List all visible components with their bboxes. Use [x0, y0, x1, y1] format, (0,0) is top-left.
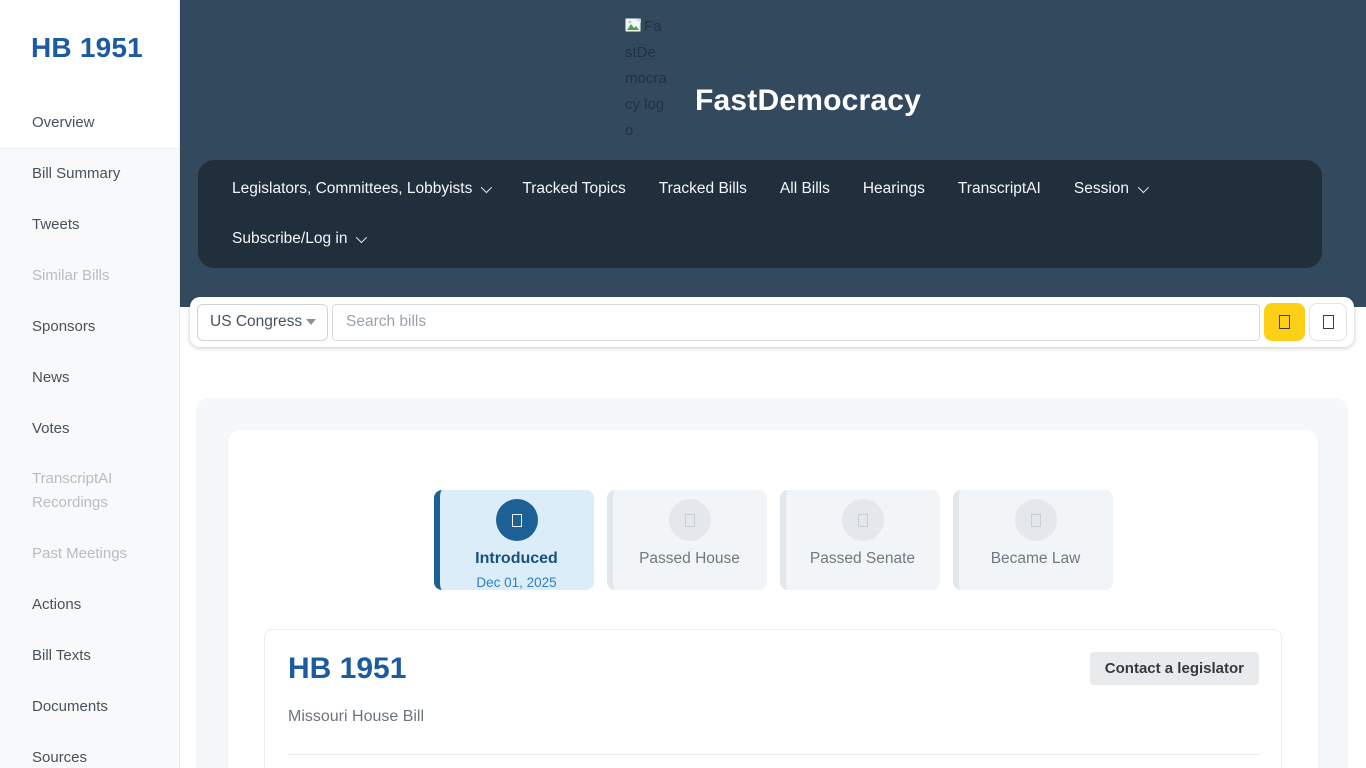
progress-step-circle	[842, 499, 884, 541]
select-arrow-icon	[306, 319, 316, 325]
sidebar-nav-item[interactable]: Bill Summary	[0, 148, 179, 199]
region-select[interactable]: US Congress	[197, 304, 328, 341]
progress-step-label: Introduced	[475, 548, 558, 570]
broken-logo-image: FastDemocracy logo	[625, 14, 667, 144]
sidebar-nav-item[interactable]: Documents	[0, 681, 179, 732]
navbar-item-label: All Bills	[780, 177, 830, 201]
sidebar-nav-item: TranscriptAI Recordings	[0, 454, 179, 528]
navbar-row-2: Subscribe/Log in	[232, 227, 1288, 251]
progress-step-circle	[496, 499, 538, 541]
sidebar-nav-item-label: Bill Texts	[32, 644, 91, 668]
broken-image-icon	[625, 18, 642, 33]
navbar-item-label: Tracked Bills	[659, 177, 747, 201]
sidebar-nav-item[interactable]: Sources	[0, 732, 179, 768]
bill-number-title: HB 1951	[288, 652, 406, 686]
main-column: FastDemocracy logo FastDemocracy Legisla…	[180, 0, 1366, 768]
chevron-down-icon	[481, 182, 492, 193]
sidebar-nav-item[interactable]: Votes	[0, 403, 179, 454]
progress-step-icon	[685, 514, 695, 527]
sidebar-nav-item-label: Tweets	[32, 213, 80, 237]
bill-search-bar: US Congress	[190, 297, 1354, 347]
navbar-item[interactable]: Tracked Bills	[659, 177, 747, 201]
sidebar-nav-item-label: Votes	[32, 417, 70, 441]
filter-icon	[1323, 315, 1334, 329]
search-button[interactable]	[1264, 303, 1305, 341]
navbar-item-label: Hearings	[863, 177, 925, 201]
bill-overview-card: Introduced Dec 01, 2025 Passed House Pas…	[228, 430, 1318, 768]
navbar-item-label: Tracked Topics	[522, 177, 625, 201]
content-panel: Introduced Dec 01, 2025 Passed House Pas…	[196, 398, 1348, 768]
sidebar-nav-item-label: News	[32, 366, 70, 390]
navbar-item-label: TranscriptAI	[958, 177, 1041, 201]
sidebar-nav-item-label: Similar Bills	[32, 264, 110, 288]
brand: FastDemocracy logo FastDemocracy	[625, 14, 921, 144]
sidebar-nav-item-label: Overview	[32, 111, 95, 135]
sidebar-nav-item-label: Sources	[32, 746, 87, 768]
sidebar-nav-item-label: Past Meetings	[32, 542, 127, 566]
site-header: FastDemocracy logo FastDemocracy Legisla…	[180, 0, 1366, 307]
sidebar-nav-item[interactable]: Actions	[0, 579, 179, 630]
sidebar-nav-item-label: Bill Summary	[32, 162, 120, 186]
navbar-item[interactable]: Hearings	[863, 177, 925, 201]
navbar-item-label: Session	[1074, 177, 1129, 201]
sidebar-nav-item[interactable]: Overview	[0, 97, 179, 148]
navbar-item-label: Legislators, Committees, Lobbyists	[232, 177, 472, 201]
sidebar-nav-item-label: Actions	[32, 593, 81, 617]
progress-step-label: Passed House	[639, 548, 740, 570]
chevron-down-icon	[356, 232, 367, 243]
progress-step[interactable]: Became Law	[953, 490, 1113, 590]
sidebar-nav: Overview Bill Summary Tweets Similar Bil…	[0, 97, 179, 768]
navbar-item[interactable]: Subscribe/Log in	[232, 227, 364, 251]
sidebar-bill-title: HB 1951	[0, 0, 179, 64]
sidebar-nav-item[interactable]: Sponsors	[0, 301, 179, 352]
navbar-item-label: Subscribe/Log in	[232, 227, 347, 251]
bill-header-row: HB 1951 Contact a legislator	[288, 652, 1259, 686]
navbar-item[interactable]: Session	[1074, 177, 1146, 201]
bill-header-card: HB 1951 Contact a legislator Missouri Ho…	[264, 629, 1282, 768]
progress-step-icon	[512, 514, 522, 527]
bill-sidebar: HB 1951 Overview Bill Summary Tweets Sim…	[0, 0, 180, 768]
navbar-row-1: Legislators, Committees, Lobbyists Track…	[232, 177, 1288, 201]
broken-logo-alt-text: FastDemocracy logo	[625, 18, 667, 139]
main-navbar: Legislators, Committees, Lobbyists Track…	[198, 160, 1322, 268]
progress-step-circle	[669, 499, 711, 541]
navbar-item[interactable]: TranscriptAI	[958, 177, 1041, 201]
sidebar-nav-item[interactable]: Tweets	[0, 199, 179, 250]
navbar-item[interactable]: Tracked Topics	[522, 177, 625, 201]
brand-title: FastDemocracy	[695, 84, 921, 118]
progress-step[interactable]: Passed Senate	[780, 490, 940, 590]
app-root: HB 1951 Overview Bill Summary Tweets Sim…	[0, 0, 1366, 768]
contact-legislator-button[interactable]: Contact a legislator	[1090, 652, 1259, 685]
sidebar-nav-item[interactable]: News	[0, 352, 179, 403]
advanced-search-button[interactable]	[1309, 303, 1347, 341]
search-icon	[1279, 315, 1290, 329]
navbar-item[interactable]: Legislators, Committees, Lobbyists	[232, 177, 489, 201]
region-select-value: US Congress	[210, 313, 302, 331]
progress-step-label: Passed Senate	[810, 548, 915, 570]
search-input[interactable]	[332, 304, 1260, 341]
progress-step-icon	[858, 514, 868, 527]
sidebar-nav-item: Similar Bills	[0, 250, 179, 301]
progress-step-icon	[1031, 514, 1041, 527]
bill-description: Missouri House Bill	[288, 708, 1259, 726]
sidebar-nav-item-label: TranscriptAI Recordings	[32, 467, 161, 515]
bill-progress-steps: Introduced Dec 01, 2025 Passed House Pas…	[264, 490, 1282, 590]
progress-step[interactable]: Passed House	[607, 490, 767, 590]
chevron-down-icon	[1138, 182, 1149, 193]
progress-step-date: Dec 01, 2025	[476, 575, 556, 590]
progress-step[interactable]: Introduced Dec 01, 2025	[434, 490, 594, 590]
sidebar-nav-item-label: Documents	[32, 695, 108, 719]
progress-step-circle	[1015, 499, 1057, 541]
progress-step-label: Became Law	[991, 548, 1081, 570]
bill-card-divider	[288, 754, 1259, 755]
navbar-item[interactable]: All Bills	[780, 177, 830, 201]
sidebar-nav-item[interactable]: Bill Texts	[0, 630, 179, 681]
sidebar-nav-item-label: Sponsors	[32, 315, 95, 339]
sidebar-nav-item: Past Meetings	[0, 528, 179, 579]
